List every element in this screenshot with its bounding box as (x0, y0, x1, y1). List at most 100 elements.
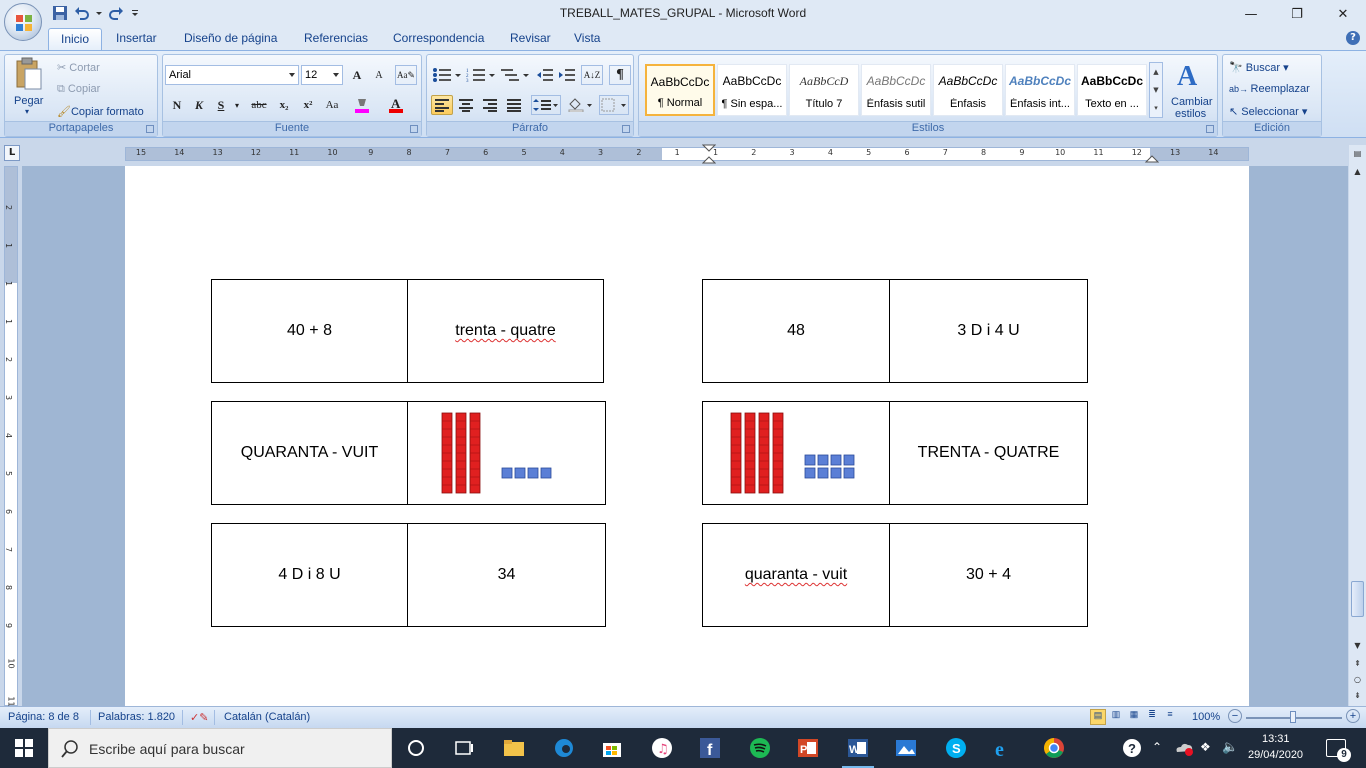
style-strong[interactable]: AaBbCcDc Texto en ... (1077, 64, 1147, 116)
styles-launcher-icon[interactable] (1206, 125, 1214, 133)
photos-icon[interactable] (894, 736, 918, 760)
tab-referencias[interactable]: Referencias (304, 31, 368, 45)
paragraph-launcher-icon[interactable] (622, 125, 630, 133)
copy-button[interactable]: ⧉ Copiar (57, 83, 100, 96)
card-cell-sum[interactable]: 40 + 8 (211, 279, 408, 383)
word-icon[interactable]: W (842, 736, 874, 768)
subscript-button[interactable]: x₂ (273, 95, 295, 115)
style-emphasis[interactable]: AaBbCcDc Énfasis (933, 64, 1003, 116)
dropbox-icon[interactable]: ❖ (1200, 740, 1211, 754)
tab-inicio[interactable]: Inicio (48, 28, 103, 51)
previous-page-icon[interactable]: ⇞ (1351, 657, 1364, 671)
card-cell-blocks-44[interactable] (702, 401, 890, 505)
font-launcher-icon[interactable] (410, 125, 418, 133)
zoom-out-button[interactable]: − (1228, 709, 1242, 723)
change-styles-button[interactable]: A Cambiar estilos (1169, 59, 1215, 120)
card-cell-words-upper-34[interactable]: TRENTA - QUATRE (889, 401, 1088, 505)
page-indicator[interactable]: Página: 8 de 8 (8, 711, 79, 723)
line-spacing-button[interactable] (531, 95, 561, 115)
highlight-button[interactable] (351, 95, 373, 115)
file-explorer-icon[interactable] (502, 736, 526, 760)
internet-explorer-icon[interactable]: e (992, 736, 1016, 760)
decrease-indent-button[interactable] (535, 65, 555, 85)
justify-button[interactable] (503, 95, 525, 115)
style-subtle-emphasis[interactable]: AaBbCcDc Énfasis sutil (861, 64, 931, 116)
multilevel-list-button[interactable] (499, 65, 531, 85)
underline-button[interactable]: S (211, 95, 231, 115)
tab-revisar[interactable]: Revisar (510, 31, 551, 45)
bullets-button[interactable] (431, 65, 463, 85)
cortana-icon[interactable] (404, 736, 428, 760)
onedrive-error-icon[interactable] (1172, 736, 1196, 760)
align-left-button[interactable] (431, 95, 453, 115)
styles-scroll[interactable]: ▲ ▼ ▾ (1149, 62, 1163, 118)
show-hidden-icons[interactable]: ⌃ (1152, 740, 1162, 754)
card-cell-words-upper[interactable]: QUARANTA - VUIT (211, 401, 408, 505)
skype-icon[interactable]: S (944, 736, 968, 760)
web-layout-icon[interactable]: ▦ (1126, 709, 1142, 725)
style-no-spacing[interactable]: AaBbCcDc ¶ Sin espa... (717, 64, 787, 116)
right-indent-marker-icon[interactable] (1145, 153, 1159, 163)
help-icon[interactable]: ? (1346, 31, 1360, 45)
card-cell-text[interactable]: trenta - quatre (407, 279, 604, 383)
paste-button[interactable]: Pegar ▾ (11, 57, 47, 119)
page[interactable]: 40 + 8 trenta - quatre QUARANTA - VUIT 4… (125, 166, 1249, 706)
full-screen-reading-icon[interactable]: ▥ (1108, 709, 1124, 725)
shading-button[interactable] (565, 95, 595, 115)
zoom-slider[interactable] (1246, 711, 1342, 723)
zoom-in-button[interactable]: + (1346, 709, 1360, 723)
cut-button[interactable]: ✂ Cortar (57, 61, 100, 74)
bold-button[interactable]: N (167, 95, 187, 115)
replace-button[interactable]: ab→ Reemplazar (1229, 83, 1310, 95)
edge-chromium-icon[interactable] (552, 736, 576, 760)
proofing-icon[interactable]: ✓✎ (190, 711, 208, 724)
font-color-button[interactable]: A (385, 95, 407, 115)
task-view-icon[interactable] (452, 736, 476, 760)
tab-correspondencia[interactable]: Correspondencia (393, 31, 484, 45)
outline-icon[interactable]: ≣ (1144, 709, 1160, 725)
format-painter-button[interactable]: 🖌Copiar formato (57, 105, 144, 118)
chrome-icon[interactable] (1042, 736, 1066, 760)
scroll-thumb[interactable] (1351, 581, 1364, 617)
tab-selector[interactable]: L (4, 145, 20, 161)
grow-font-button[interactable]: A (347, 65, 367, 85)
language-indicator[interactable]: Catalán (Catalán) (224, 711, 310, 723)
close-button[interactable]: ✕ (1320, 0, 1366, 28)
card-cell-tens-units[interactable]: 4 D i 8 U (211, 523, 408, 627)
card-cell-number-48[interactable]: 48 (702, 279, 890, 383)
horizontal-ruler[interactable]: 15 14 13 12 11 10 9 8 7 6 5 4 3 2 1 1 2 3 4 5 6 7 8 9 10 11 12 13 14 (125, 144, 1249, 164)
draft-icon[interactable]: ≡ (1162, 709, 1178, 725)
change-case-button[interactable]: Aa (321, 95, 343, 115)
scroll-up-icon[interactable]: ▲ (1351, 165, 1364, 179)
minimize-button[interactable]: — (1228, 0, 1274, 28)
scroll-down-icon[interactable]: ▼ (1351, 639, 1364, 653)
select-button[interactable]: ↖ Seleccionar ▾ (1229, 105, 1307, 118)
underline-dropdown-icon[interactable]: ▾ (233, 95, 241, 115)
numbering-button[interactable]: 123 (465, 65, 497, 85)
style-normal[interactable]: AaBbCcDc ¶ Normal (645, 64, 715, 116)
align-center-button[interactable] (455, 95, 477, 115)
itunes-icon[interactable]: ♫ (650, 736, 674, 760)
show-marks-button[interactable]: ¶ (609, 65, 631, 85)
clock-date[interactable]: 29/04/2020 (1248, 749, 1303, 761)
word-count[interactable]: Palabras: 1.820 (98, 711, 175, 723)
print-layout-icon[interactable]: ▤ (1090, 709, 1106, 725)
superscript-button[interactable]: x² (297, 95, 319, 115)
strikethrough-button[interactable]: abc (247, 95, 271, 115)
card-cell-tens-units-34[interactable]: 3 D i 4 U (889, 279, 1088, 383)
clock-time[interactable]: 13:31 (1262, 733, 1290, 745)
spotify-icon[interactable] (748, 736, 772, 760)
store-icon[interactable] (600, 736, 624, 760)
style-heading-7[interactable]: AaBbCcD Título 7 (789, 64, 859, 116)
view-ruler-icon[interactable]: ▤ (1351, 147, 1364, 161)
font-name-combo[interactable]: Arial (165, 65, 299, 85)
powerpoint-icon[interactable]: P (796, 736, 820, 760)
office-button[interactable] (4, 3, 42, 41)
start-button[interactable] (0, 728, 48, 768)
notifications-icon[interactable]: 9 (1326, 739, 1351, 762)
next-page-icon[interactable]: ⇟ (1351, 689, 1364, 703)
tab-insertar[interactable]: Insertar (116, 31, 157, 45)
shrink-font-button[interactable]: A (369, 65, 389, 85)
borders-button[interactable] (599, 95, 629, 115)
document-area[interactable]: 40 + 8 trenta - quatre QUARANTA - VUIT 4… (22, 166, 1348, 706)
